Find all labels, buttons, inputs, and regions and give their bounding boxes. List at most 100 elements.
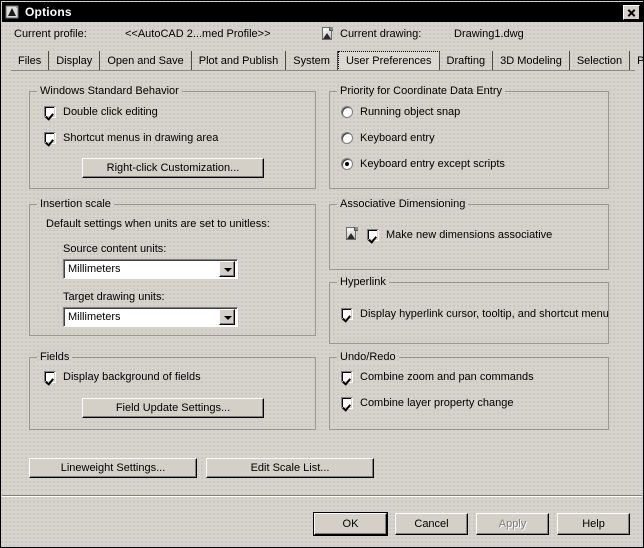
checkbox-label: Make new dimensions associative: [386, 229, 553, 241]
current-profile-label: Current profile:: [14, 28, 87, 40]
profile-bar: Current profile: <<AutoCAD 2...med Profi…: [1, 25, 644, 45]
radio-running-object-snap[interactable]: Running object snap: [341, 106, 460, 118]
checkbox-label: Combine layer property change: [360, 397, 514, 409]
footer-divider-highlight: [2, 496, 642, 497]
button-label: Field Update Settings...: [115, 402, 231, 414]
group-title: Associative Dimensioning: [337, 198, 469, 210]
tab-user-preferences[interactable]: User Preferences: [337, 51, 440, 71]
group-title: Insertion scale: [37, 198, 114, 210]
checkbox-box: [367, 229, 379, 241]
button-label: Right-click Customization...: [106, 162, 240, 174]
source-content-units-select[interactable]: Millimeters: [63, 259, 238, 279]
checkbox-make-new-dimensions-associative[interactable]: Make new dimensions associative: [367, 229, 552, 241]
group-title: Fields: [37, 351, 73, 363]
source-content-units-label: Source content units:: [63, 243, 167, 255]
target-drawing-units-label: Target drawing units:: [63, 291, 165, 303]
group-title: Hyperlink: [337, 276, 389, 288]
group-title: Priority for Coordinate Data Entry: [337, 85, 506, 97]
current-drawing-label: Current drawing:: [340, 28, 422, 40]
group-priority-coordinate-data-entry: Priority for Coordinate Data Entry Runni…: [329, 85, 609, 189]
tab-underline: [11, 70, 635, 71]
title-bar: Options: [2, 2, 644, 22]
tab-files[interactable]: Files: [11, 51, 50, 71]
drawing-file-icon: [344, 227, 359, 241]
current-profile-value: <<AutoCAD 2...med Profile>>: [125, 28, 271, 40]
tab-label: 3D Modeling: [500, 55, 562, 67]
radio-keyboard-entry[interactable]: Keyboard entry: [341, 132, 435, 144]
chevron-down-icon[interactable]: [219, 261, 235, 277]
close-icon[interactable]: [623, 4, 640, 20]
tab-drafting[interactable]: Drafting: [440, 51, 494, 71]
tab-strip[interactable]: Files Display Open and Save Plot and Pub…: [11, 51, 644, 71]
checkbox-shortcut-menus[interactable]: Shortcut menus in drawing area: [44, 132, 218, 144]
tab-selection[interactable]: Selection: [570, 51, 631, 71]
tab-label: Files: [18, 55, 42, 67]
group-undo-redo: Undo/Redo Combine zoom and pan commands …: [329, 351, 609, 430]
tab-profiles[interactable]: Profiles: [630, 51, 644, 71]
tab-open-and-save[interactable]: Open and Save: [100, 51, 192, 71]
button-label: Lineweight Settings...: [60, 462, 166, 474]
select-value: Millimeters: [68, 263, 121, 275]
checkbox-box: [341, 308, 353, 320]
ok-button[interactable]: OK: [313, 512, 388, 536]
tab-label: Profiles: [637, 55, 644, 67]
checkbox-display-hyperlink-cursor[interactable]: Display hyperlink cursor, tooltip, and s…: [341, 308, 609, 320]
checkbox-box: [341, 371, 353, 383]
cancel-button[interactable]: Cancel: [395, 513, 468, 535]
tab-label: Selection: [576, 55, 623, 67]
group-title: Windows Standard Behavior: [37, 85, 182, 97]
right-click-customization-button[interactable]: Right-click Customization...: [82, 158, 264, 178]
checkbox-combine-zoom-and-pan[interactable]: Combine zoom and pan commands: [341, 371, 534, 383]
target-drawing-units-select[interactable]: Millimeters: [63, 307, 238, 327]
checkbox-box: [44, 371, 56, 383]
tab-plot-and-publish[interactable]: Plot and Publish: [192, 51, 287, 71]
radio-button: [341, 158, 353, 170]
checkbox-combine-layer-property-change[interactable]: Combine layer property change: [341, 397, 513, 409]
field-update-settings-button[interactable]: Field Update Settings...: [82, 398, 264, 418]
checkbox-box: [341, 397, 353, 409]
window-title: Options: [25, 5, 72, 19]
button-label: Edit Scale List...: [250, 462, 330, 474]
checkbox-box: [44, 106, 56, 118]
chevron-down-icon[interactable]: [219, 309, 235, 325]
checkbox-label: Shortcut menus in drawing area: [63, 132, 219, 144]
apply-button[interactable]: Apply: [476, 513, 549, 535]
checkbox-label: Double click editing: [63, 106, 158, 118]
tab-label: Drafting: [446, 55, 486, 67]
group-insertion-scale: Insertion scale Default settings when un…: [29, 198, 316, 336]
autocad-options-icon: [5, 5, 21, 19]
radio-keyboard-entry-except-scripts[interactable]: Keyboard entry except scripts: [341, 158, 505, 170]
help-button[interactable]: Help: [557, 513, 630, 535]
checkbox-label: Display background of fields: [63, 371, 201, 383]
tab-label: Plot and Publish: [198, 55, 279, 67]
drawing-file-icon: [320, 27, 334, 41]
select-value: Millimeters: [68, 311, 121, 323]
insertion-scale-description: Default settings when units are set to u…: [46, 218, 270, 230]
radio-button: [341, 132, 353, 144]
lineweight-settings-button[interactable]: Lineweight Settings...: [29, 458, 197, 478]
checkbox-box: [44, 132, 56, 144]
checkbox-double-click-editing[interactable]: Double click editing: [44, 106, 158, 118]
tab-3d-modeling[interactable]: 3D Modeling: [493, 51, 570, 71]
radio-button: [341, 106, 353, 118]
radio-label: Keyboard entry: [360, 132, 435, 144]
tab-label: Open and Save: [107, 55, 184, 67]
button-label: OK: [342, 518, 359, 530]
checkbox-label: Display hyperlink cursor, tooltip, and s…: [360, 308, 609, 320]
button-label: Help: [582, 518, 605, 530]
tab-display[interactable]: Display: [49, 51, 101, 71]
group-title: Undo/Redo: [337, 351, 399, 363]
radio-label: Running object snap: [360, 106, 461, 118]
tab-label: User Preferences: [345, 55, 432, 67]
current-drawing-value: Drawing1.dwg: [454, 28, 524, 40]
radio-label: Keyboard entry except scripts: [360, 158, 505, 170]
edit-scale-list-button[interactable]: Edit Scale List...: [206, 458, 374, 478]
options-dialog: Options Current profile: <<AutoCAD 2...m…: [0, 0, 644, 548]
group-hyperlink: Hyperlink Display hyperlink cursor, tool…: [329, 276, 609, 344]
group-windows-standard-behavior: Windows Standard Behavior Double click e…: [29, 85, 316, 189]
checkbox-display-background-of-fields[interactable]: Display background of fields: [44, 371, 201, 383]
tab-label: System: [293, 55, 330, 67]
group-associative-dimensioning: Associative Dimensioning Make new dimens…: [329, 198, 609, 270]
tab-system[interactable]: System: [286, 51, 338, 71]
button-label: Apply: [498, 518, 527, 530]
